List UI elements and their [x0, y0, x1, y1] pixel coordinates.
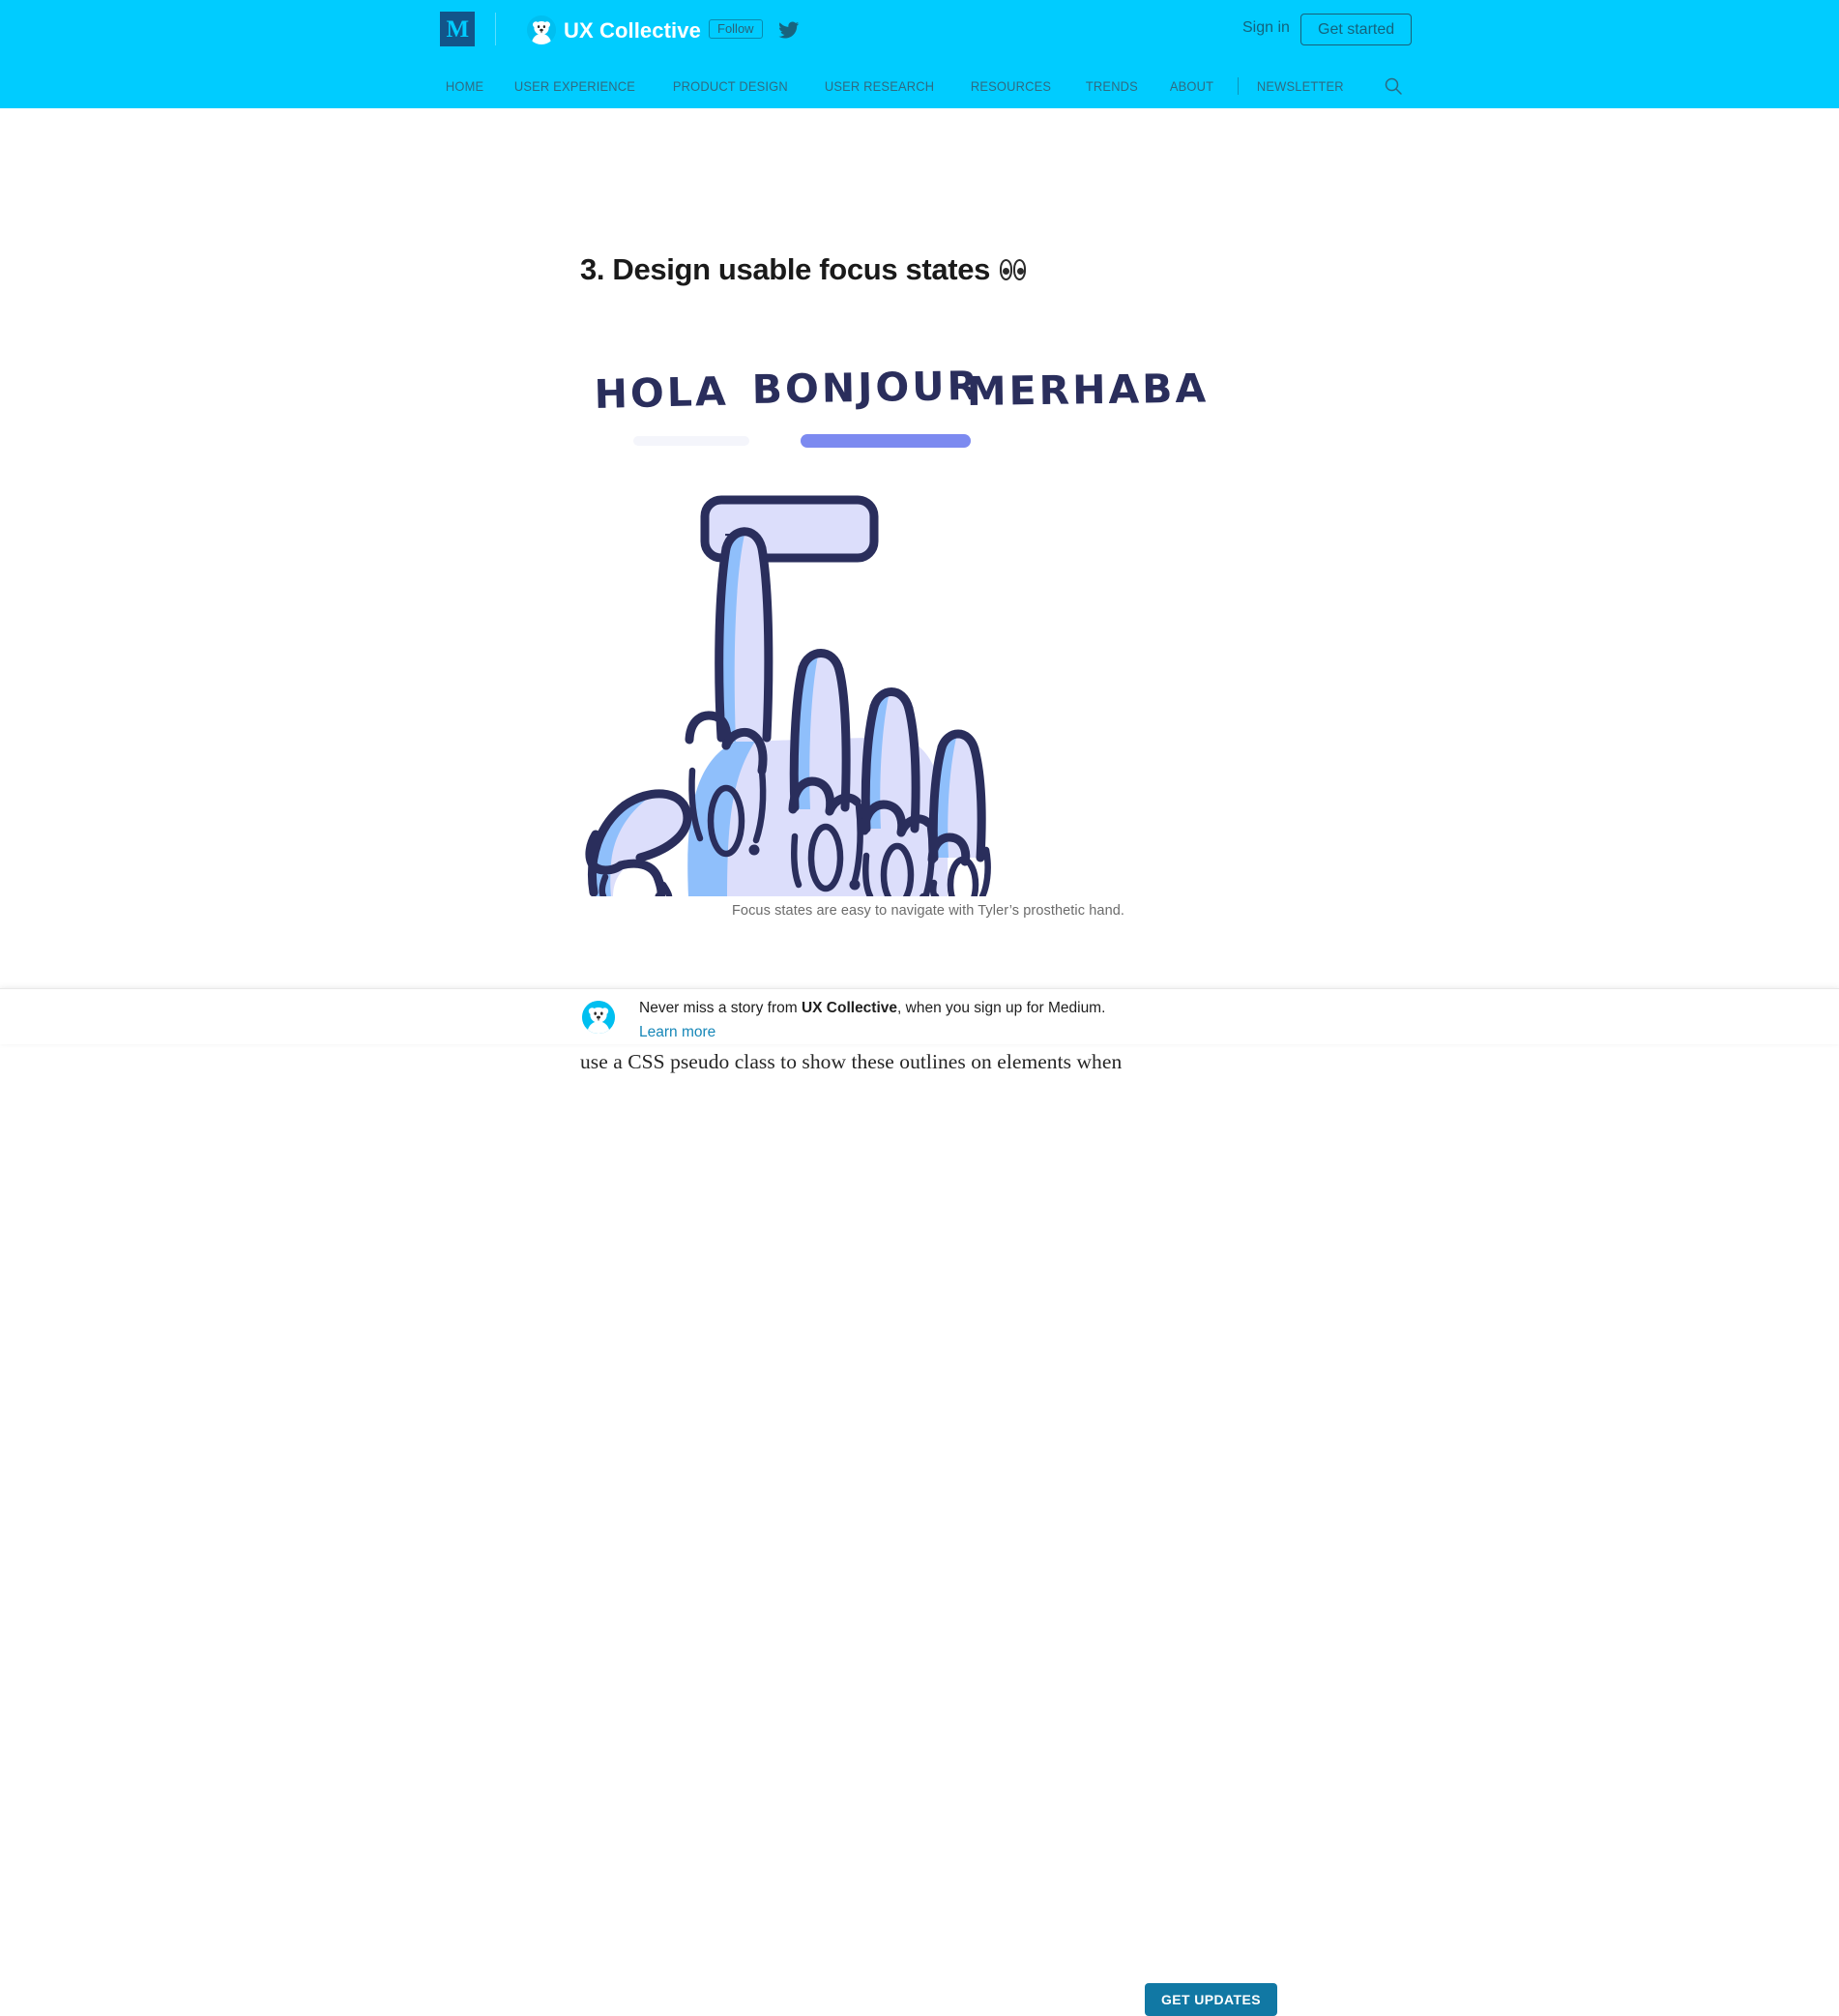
- site-header: M UX Collective Follow Sign in Get start…: [0, 0, 1839, 108]
- article-heading: 3. Design usable focus states: [580, 251, 1276, 288]
- get-updates-button[interactable]: GET UPDATES: [1145, 1983, 1277, 2016]
- nav-separator: [1237, 77, 1239, 95]
- newsletter-banner: Never miss a story from UX Collective, w…: [0, 988, 1839, 2016]
- sign-in-link[interactable]: Sign in: [1242, 17, 1290, 39]
- nav-item-user-experience[interactable]: USER EXPERIENCE: [502, 64, 648, 108]
- nav-item-product-design[interactable]: PRODUCT DESIGN: [660, 64, 801, 108]
- publication-name[interactable]: UX Collective: [564, 16, 701, 45]
- search-icon[interactable]: [1384, 76, 1403, 96]
- medium-logo-letter: M: [446, 15, 469, 43]
- newsletter-banner-text: Never miss a story from UX Collective, w…: [639, 997, 1123, 1044]
- svg-text:MERHABA: MERHABA: [966, 365, 1209, 415]
- nav-item-user-research[interactable]: USER RESEARCH: [812, 64, 947, 108]
- nav-item-newsletter[interactable]: NEWSLETTER: [1244, 64, 1357, 108]
- prosthetic-hand-pressing-tab-key-illustration: .ink { fill:none; stroke:#2A2E5C; stroke…: [580, 355, 1276, 896]
- article-heading-text: 3. Design usable focus states: [580, 252, 991, 286]
- word-bonjour: BONJOUR: [751, 363, 980, 413]
- polar-bear-avatar-icon: [582, 1001, 615, 1034]
- thumb: [585, 789, 692, 896]
- word-merhaba: MERHABA: [966, 365, 1209, 415]
- eyes-emoji: [1000, 259, 1027, 280]
- nav-item-home[interactable]: HOME: [433, 64, 496, 108]
- follow-button[interactable]: Follow: [709, 19, 763, 39]
- banner-publication-name: UX Collective: [801, 1000, 898, 1016]
- svg-text:BONJOUR: BONJOUR: [751, 363, 980, 413]
- eyes-emoji-right: [1013, 259, 1027, 280]
- primary-navigation: HOME USER EXPERIENCE PRODUCT DESIGN USER…: [0, 64, 1839, 108]
- polar-bear-avatar-icon[interactable]: [527, 15, 556, 44]
- get-started-button[interactable]: Get started: [1300, 14, 1413, 45]
- word-hola: HOLA: [594, 368, 729, 418]
- medium-logo-icon[interactable]: M: [440, 12, 475, 46]
- learn-more-link[interactable]: Learn more: [639, 1024, 715, 1040]
- nav-list: HOME USER EXPERIENCE PRODUCT DESIGN USER…: [433, 64, 1403, 108]
- article-figure: .ink { fill:none; stroke:#2A2E5C; stroke…: [580, 355, 1276, 896]
- underline-hola: [633, 436, 749, 446]
- banner-text-middle: , when you sign up for Medium.: [897, 1000, 1106, 1016]
- banner-text-before: Never miss a story from: [639, 1000, 802, 1016]
- figure-caption: Focus states are easy to navigate with T…: [731, 903, 1125, 919]
- header-top-row: M UX Collective Follow Sign in Get start…: [0, 0, 1839, 64]
- twitter-bird-icon[interactable]: [778, 19, 800, 41]
- underline-bonjour: [801, 434, 971, 448]
- eyes-emoji-left: [1000, 259, 1013, 280]
- nav-item-resources[interactable]: RESOURCES: [958, 64, 1064, 108]
- header-divider: [495, 13, 496, 45]
- svg-text:HOLA: HOLA: [594, 368, 729, 418]
- nav-item-about[interactable]: ABOUT: [1157, 64, 1226, 108]
- nav-item-trends[interactable]: TRENDS: [1073, 64, 1151, 108]
